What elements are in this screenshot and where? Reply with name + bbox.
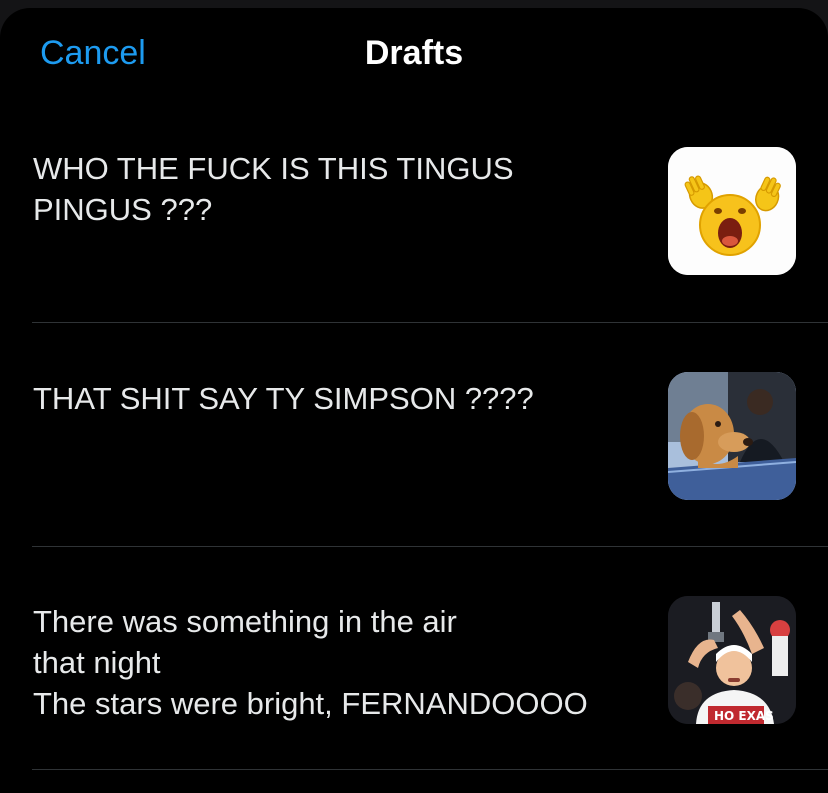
draft-item-3[interactable]: There was something in the air that nigh… <box>32 547 828 771</box>
draft-text: There was something in the air that nigh… <box>33 604 588 721</box>
divider <box>32 769 828 770</box>
football-player-trophy-photo: HO EXAS <box>668 596 796 724</box>
draft-item-2[interactable]: THAT SHIT SAY TY SIMPSON ???? <box>32 323 828 547</box>
cancel-button[interactable]: Cancel <box>40 34 146 73</box>
draft-text: WHO THE FUCK IS THIS TINGUS PINGUS ??? <box>33 151 514 227</box>
dog-in-car-photo <box>668 372 796 500</box>
draft-item-1[interactable]: WHO THE FUCK IS THIS TINGUS PINGUS ??? <box>32 128 828 322</box>
screaming-emoji-icon <box>668 147 796 275</box>
drafts-sheet: Cancel Drafts WHO THE FUCK IS THIS TINGU… <box>0 8 828 793</box>
svg-text:HO EXAS: HO EXAS <box>714 709 774 723</box>
nav-bar: Cancel Drafts <box>0 8 828 100</box>
draft-text: THAT SHIT SAY TY SIMPSON ???? <box>33 381 534 416</box>
